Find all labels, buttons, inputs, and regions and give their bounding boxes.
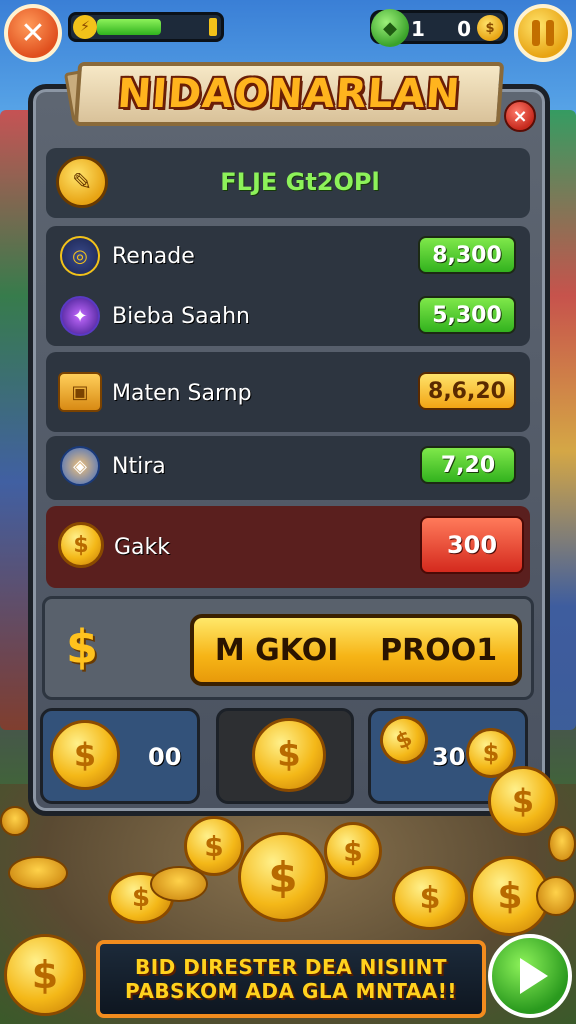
target-icon: ◎ (60, 236, 100, 276)
currency-counter: ◆ 1 0 $ (370, 9, 508, 47)
pencil-coin-icon: ✎ (56, 156, 108, 208)
coin-icon: $ (184, 816, 244, 876)
item-label: Gakk (114, 535, 171, 560)
panel-close-button[interactable]: × (504, 100, 536, 132)
shield-icon: ◈ (60, 446, 100, 486)
pause-button[interactable] (514, 4, 572, 62)
coin-icon (0, 806, 30, 836)
coin-icon: $ (488, 766, 558, 836)
coin-icon: $ (238, 832, 328, 922)
gem-count: 1 (411, 17, 425, 41)
energy-icon: ⚡ (73, 15, 97, 39)
buy-button[interactable]: M GKOI PROO1 (190, 614, 522, 686)
coin-count: 0 (457, 17, 471, 41)
price-button[interactable]: 8,300 (418, 236, 516, 274)
play-button[interactable] (488, 934, 572, 1018)
coin-icon: $ (477, 15, 503, 41)
gem-icon: ◆ (371, 9, 409, 47)
exit-button[interactable]: ✕ (4, 4, 62, 62)
slot-value: 00 (148, 743, 182, 771)
box-icon: ▣ (58, 372, 102, 412)
play-icon (520, 958, 548, 994)
coin-icon (8, 856, 68, 890)
promo-line-1: BID DIRESTER DEA NISIINT (135, 955, 447, 979)
energy-bar: ⚡ (68, 12, 224, 42)
item-label: Renade (112, 244, 195, 269)
price-button[interactable]: 7,20 (420, 446, 516, 484)
shop-header-text: FLJE Gt2OPl (220, 168, 380, 196)
coin-icon: $ (50, 720, 120, 790)
buy-button-left-label: M GKOI (214, 632, 339, 668)
coin-icon: $ (4, 934, 86, 1016)
energy-bar-fill (97, 19, 161, 35)
star-icon: ✦ (60, 296, 100, 336)
coin-icon: $ (324, 822, 382, 880)
price-button[interactable]: 5,300 (418, 296, 516, 334)
item-label: Ntira (112, 454, 166, 479)
coin-icon (548, 826, 576, 862)
item-label: Bieba Saahn (112, 304, 250, 329)
price-button[interactable]: 8,6,20 (418, 372, 516, 410)
close-icon: ✕ (20, 15, 46, 51)
dollar-icon: $ (66, 620, 99, 674)
energy-bar-cap (209, 18, 217, 36)
promo-line-2: PABSKOM ADA GLA MNTAA!! (125, 979, 457, 1003)
slot-value: 30 (432, 743, 466, 771)
coin-icon (536, 876, 576, 916)
buy-button-right-label: PROO1 (380, 632, 498, 668)
panel-title: NIDAONARLAN (116, 71, 462, 117)
item-label: Maten Sarnp (112, 381, 252, 406)
pause-icon (532, 20, 554, 46)
close-icon: × (512, 105, 528, 127)
price-button[interactable]: 300 (420, 516, 524, 574)
promo-banner[interactable]: BID DIRESTER DEA NISIINT PABSKOM ADA GLA… (96, 940, 486, 1018)
coin-icon: $ (58, 522, 104, 568)
coin-icon: $ (392, 866, 468, 930)
coin-icon: $ (252, 718, 326, 792)
coin-icon (150, 866, 208, 902)
title-banner: NIDAONARLAN (73, 62, 505, 126)
